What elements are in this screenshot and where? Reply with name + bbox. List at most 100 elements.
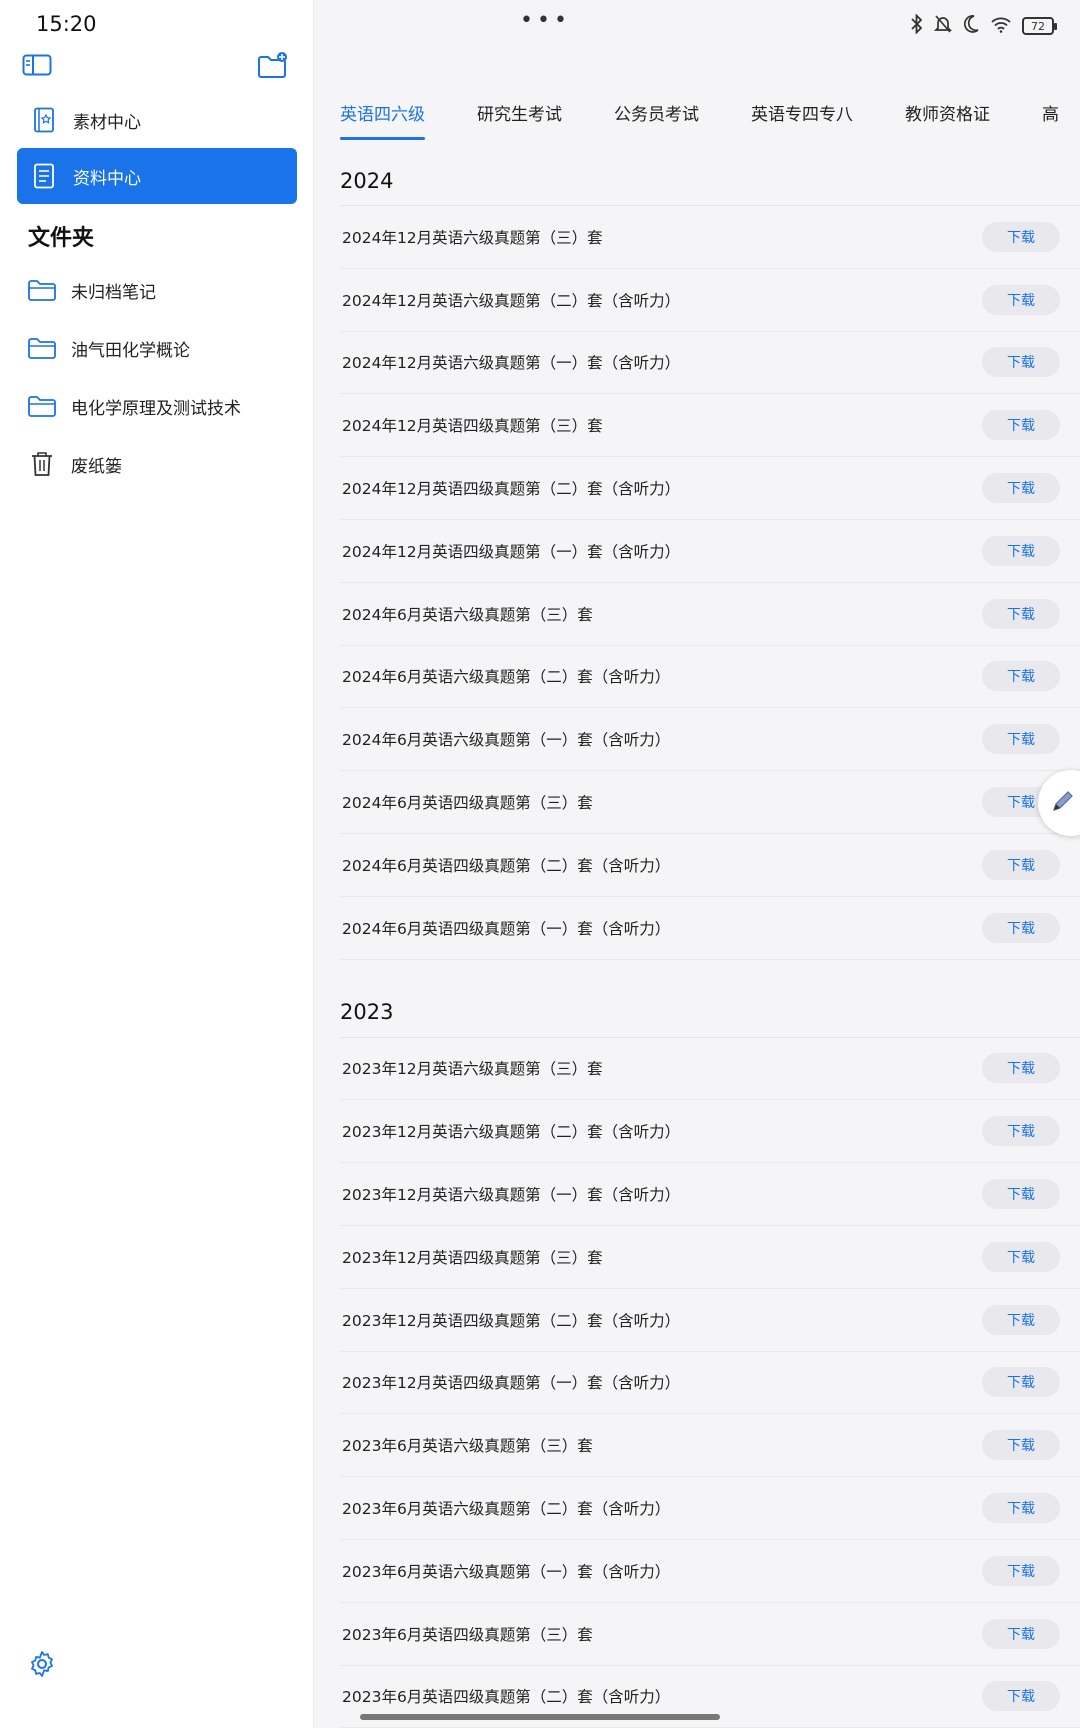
folder-icon [27, 277, 57, 303]
download-button[interactable]: 下载 [982, 347, 1060, 378]
resource-title: 2023年12月英语六级真题第（一）套（含听力） [342, 1186, 681, 1205]
list-item[interactable]: 2024年12月英语六级真题第（二）套（含听力） 下载 [340, 269, 1080, 332]
resource-title: 2024年12月英语四级真题第（二）套（含听力） [342, 480, 681, 499]
resource-title: 2023年12月英语六级真题第（三）套 [342, 1060, 603, 1079]
download-button[interactable]: 下载 [982, 221, 1060, 252]
material-center-icon [31, 107, 57, 133]
list-item[interactable]: 2023年12月英语六级真题第（一）套（含听力） 下载 [340, 1163, 1080, 1226]
resource-title: 2023年6月英语六级真题第（一）套（含听力） [342, 1562, 671, 1581]
resource-list: 2024 2024年12月英语六级真题第（三）套 下载 2024年12月英语六级真题第… [340, 150, 1080, 1728]
resource-title: 2023年6月英语四级真题第（三）套 [342, 1625, 593, 1644]
list-item[interactable]: 2024年6月英语六级真题第（三）套 下载 [340, 583, 1080, 646]
settings-gear-icon[interactable] [28, 1650, 56, 1678]
resource-title: 2024年6月英语四级真题第（一）套（含听力） [342, 919, 671, 938]
resource-title: 2024年12月英语四级真题第（一）套（含听力） [342, 542, 681, 561]
download-button[interactable]: 下载 [982, 912, 1060, 943]
year-heading: 2024 [340, 150, 1080, 206]
tab-civil-service[interactable]: 公务员考试 [614, 100, 699, 140]
list-item[interactable]: 2023年6月英语六级真题第（三）套 下载 [340, 1414, 1080, 1478]
tab-postgraduate[interactable]: 研究生考试 [477, 100, 562, 140]
folders-section-title: 文件夹 [28, 226, 95, 251]
list-item[interactable]: 2023年6月英语六级真题第（二）套（含听力） 下载 [340, 1477, 1080, 1540]
download-button[interactable]: 下载 [982, 1555, 1060, 1586]
sidebar-item-material-center[interactable]: 素材中心 [17, 92, 297, 148]
list-item[interactable]: 2023年12月英语四级真题第（一）套（含听力） 下载 [340, 1352, 1080, 1415]
sidebar-item-document-center[interactable]: 资料中心 [17, 148, 297, 204]
list-item[interactable]: 2024年6月英语六级真题第（一）套（含听力） 下载 [340, 708, 1080, 772]
list-item[interactable]: 2024年6月英语四级真题第（三）套 下载 [340, 771, 1080, 834]
battery-icon: 72 [1022, 17, 1057, 35]
list-item[interactable]: 2024年12月英语六级真题第（一）套（含听力） 下载 [340, 332, 1080, 395]
list-item[interactable]: 2023年12月英语四级真题第（二）套（含听力） 下载 [340, 1289, 1080, 1352]
resource-title: 2023年12月英语四级真题第（三）套 [342, 1248, 603, 1267]
download-button[interactable]: 下载 [982, 1241, 1060, 1272]
sidebar-item-folder-oilgas[interactable]: 油气田化学概论 [17, 322, 297, 374]
list-item[interactable]: 2023年12月英语四级真题第（三）套 下载 [340, 1226, 1080, 1289]
folder-label: 电化学原理及测试技术 [71, 398, 241, 419]
download-button[interactable]: 下载 [982, 1179, 1060, 1210]
list-item[interactable]: 2024年12月英语四级真题第（三）套 下载 [340, 394, 1080, 458]
sidebar-item-trash[interactable]: 废纸篓 [17, 438, 297, 490]
resource-title: 2024年12月英语六级真题第（三）套 [342, 228, 603, 247]
resource-title: 2023年6月英语四级真题第（二）套（含听力） [342, 1688, 671, 1707]
list-item[interactable]: 2024年6月英语四级真题第（一）套（含听力） 下载 [340, 897, 1080, 960]
list-item[interactable]: 2024年6月英语六级真题第（二）套（含听力） 下载 [340, 646, 1080, 709]
status-icons: 72 [910, 13, 1057, 38]
download-button[interactable]: 下载 [982, 1304, 1060, 1335]
download-button[interactable]: 下载 [982, 1367, 1060, 1398]
sidebar-toggle-icon[interactable] [20, 50, 54, 80]
list-item[interactable]: 2024年12月英语四级真题第（一）套（含听力） 下载 [340, 520, 1080, 583]
list-item[interactable]: 2023年6月英语六级真题第（一）套（含听力） 下载 [340, 1540, 1080, 1603]
trash-icon [27, 451, 57, 477]
resource-title: 2023年12月英语六级真题第（二）套（含听力） [342, 1123, 681, 1142]
do-not-disturb-moon-icon [962, 14, 980, 38]
folder-icon [27, 335, 57, 361]
download-button[interactable]: 下载 [982, 661, 1060, 692]
list-item[interactable]: 2024年6月英语四级真题第（二）套（含听力） 下载 [340, 834, 1080, 897]
list-item[interactable]: 2023年12月英语六级真题第（二）套（含听力） 下载 [340, 1100, 1080, 1164]
download-button[interactable]: 下载 [982, 598, 1060, 629]
resource-title: 2024年12月英语四级真题第（三）套 [342, 417, 603, 436]
list-item[interactable]: 2024年12月英语六级真题第（三）套 下载 [340, 206, 1080, 269]
category-tabs: 英语四六级 研究生考试 公务员考试 英语专四专八 教师资格证 高 [340, 100, 1080, 140]
resource-title: 2024年6月英语六级真题第（三）套 [342, 605, 593, 624]
download-button[interactable]: 下载 [982, 284, 1060, 315]
download-button[interactable]: 下载 [982, 1053, 1060, 1084]
folder-icon [27, 393, 57, 419]
tab-teacher-cert[interactable]: 教师资格证 [905, 100, 990, 140]
tab-cet[interactable]: 英语四六级 [340, 100, 425, 140]
list-item[interactable]: 2023年12月英语六级真题第（三）套 下载 [340, 1038, 1080, 1101]
resource-title: 2023年12月英语四级真题第（二）套（含听力） [342, 1311, 681, 1330]
download-button[interactable]: 下载 [982, 1618, 1060, 1649]
app-screen: 15:20 素材中心 资料中心 文件夹 未归档笔记 油气田化学概论 电化学原理及… [0, 0, 1080, 1728]
download-button[interactable]: 下载 [982, 473, 1060, 504]
tab-tem[interactable]: 英语专四专八 [751, 100, 853, 140]
new-folder-icon[interactable] [256, 50, 290, 80]
sidebar-item-folder-electrochem[interactable]: 电化学原理及测试技术 [17, 380, 297, 432]
download-button[interactable]: 下载 [982, 535, 1060, 566]
tab-more[interactable]: 高 [1042, 100, 1059, 140]
status-time: 15:20 [36, 12, 97, 36]
list-item[interactable]: 2023年6月英语四级真题第（三）套 下载 [340, 1603, 1080, 1666]
folder-label: 油气田化学概论 [71, 340, 190, 361]
folder-label: 废纸篓 [71, 456, 122, 477]
pen-icon [1050, 788, 1076, 818]
download-button[interactable]: 下载 [982, 410, 1060, 441]
download-button[interactable]: 下载 [982, 1681, 1060, 1712]
home-indicator[interactable] [360, 1714, 720, 1720]
resource-title: 2024年6月英语四级真题第（二）套（含听力） [342, 856, 671, 875]
main-content: ••• 72 英语四六级 研究生考试 公务员考试 英语专四专八 教师资格证 高 [314, 0, 1080, 1728]
download-button[interactable]: 下载 [982, 724, 1060, 755]
sidebar-item-folder-unfiled[interactable]: 未归档笔记 [17, 264, 297, 316]
more-options-icon[interactable]: ••• [520, 8, 571, 33]
download-button[interactable]: 下载 [982, 1116, 1060, 1147]
sidebar-item-label: 资料中心 [73, 168, 141, 189]
list-item[interactable]: 2024年12月英语四级真题第（二）套（含听力） 下载 [340, 457, 1080, 520]
download-button[interactable]: 下载 [982, 849, 1060, 880]
download-button[interactable]: 下载 [982, 1430, 1060, 1461]
resource-title: 2024年12月英语六级真题第（一）套（含听力） [342, 354, 681, 373]
resource-title: 2024年12月英语六级真题第（二）套（含听力） [342, 291, 681, 310]
bluetooth-icon [910, 13, 924, 38]
resource-title: 2023年12月英语四级真题第（一）套（含听力） [342, 1374, 681, 1393]
download-button[interactable]: 下载 [982, 1493, 1060, 1524]
